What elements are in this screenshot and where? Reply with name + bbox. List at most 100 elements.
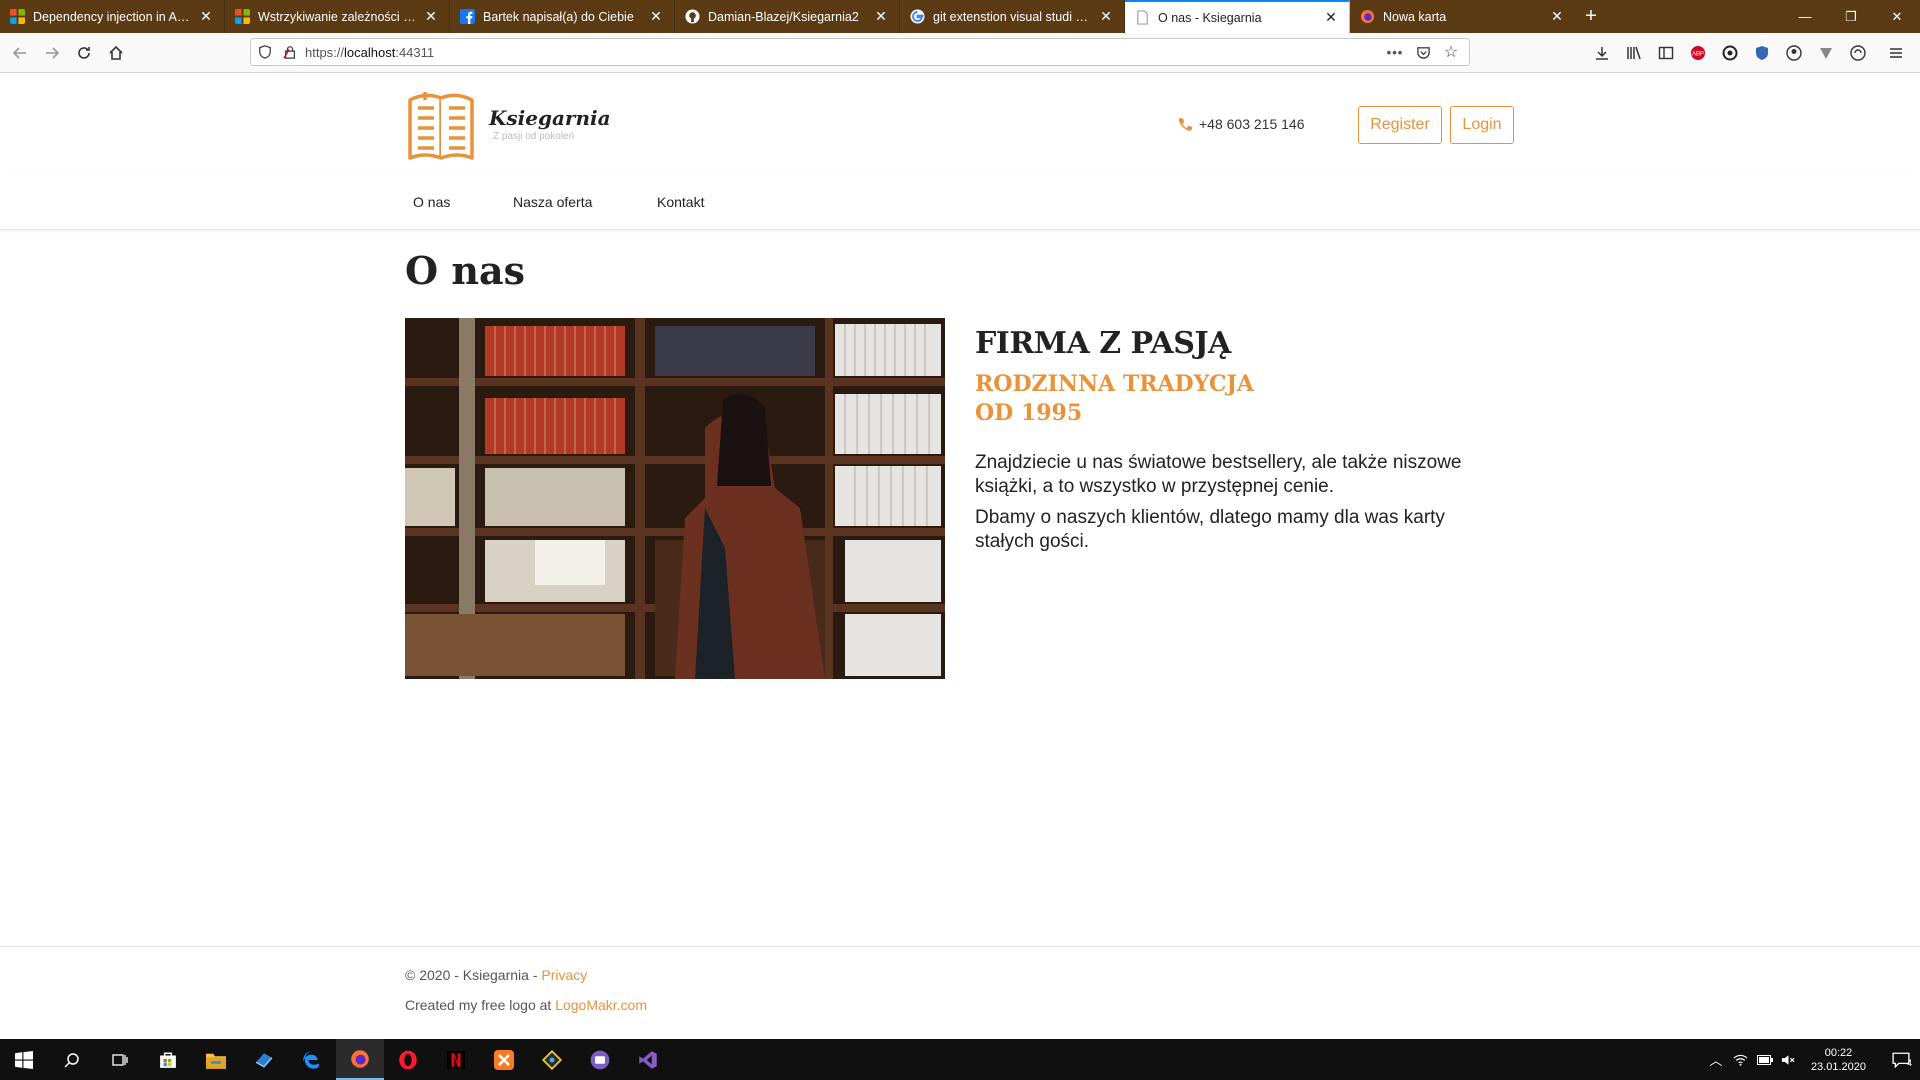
account-icon[interactable] xyxy=(1778,37,1810,69)
firefox-taskbar-icon[interactable] xyxy=(336,1039,384,1080)
browser-tab-title: Bartek napisał(a) do Ciebie xyxy=(483,9,634,24)
xampp-icon[interactable] xyxy=(480,1039,528,1080)
phone-icon xyxy=(1178,117,1192,131)
browser-toolbar-icons: ABP xyxy=(1586,33,1912,73)
terminal-app-icon[interactable] xyxy=(576,1039,624,1080)
pocket-icon[interactable] xyxy=(1409,45,1437,60)
search-icon[interactable] xyxy=(48,1039,96,1080)
sync-icon[interactable] xyxy=(1842,37,1874,69)
shield-icon[interactable] xyxy=(251,45,279,59)
footer-copyright: © 2020 - Ksiegarnia - xyxy=(405,967,542,983)
volume-muted-icon[interactable] xyxy=(1777,1054,1801,1066)
show-hidden-icons-icon[interactable]: ︿ xyxy=(1703,1050,1729,1069)
browser-tab[interactable]: Dependency injection in ASP.N ✕ xyxy=(0,0,225,33)
close-icon[interactable]: ✕ xyxy=(423,8,439,25)
phone-contact: +48 603 215 146 xyxy=(1178,116,1305,132)
google-icon xyxy=(910,9,925,24)
site-brand[interactable]: Ksiegarnia xyxy=(489,106,611,130)
section-subtitle-line-1: RODZINNA TRADYCJA xyxy=(975,371,1254,397)
browser-tab-active[interactable]: O nas - Ksiegarnia ✕ xyxy=(1125,0,1350,33)
new-tab-button[interactable]: + xyxy=(1575,0,1607,33)
nav-item-nasza-oferta[interactable]: Nasza oferta xyxy=(513,194,592,210)
browser-tab[interactable]: Damian-Blazej/Ksiegarnia2 ✕ xyxy=(675,0,900,33)
extension-icon[interactable] xyxy=(1714,37,1746,69)
lock-warning-icon[interactable] xyxy=(279,45,301,59)
logomakr-link[interactable]: LogoMakr.com xyxy=(555,997,647,1013)
browser-tab-title: Damian-Blazej/Ksiegarnia2 xyxy=(708,9,859,24)
library-icon[interactable] xyxy=(1618,37,1650,69)
download-icon[interactable] xyxy=(1586,37,1618,69)
azure-data-studio-icon[interactable] xyxy=(240,1039,288,1080)
site-header: Ksiegarnia Z pasji od pokoleń +48 603 21… xyxy=(0,74,1920,174)
privacy-badger-icon[interactable] xyxy=(1746,37,1778,69)
microsoft-icon xyxy=(10,9,25,24)
file-explorer-icon[interactable] xyxy=(192,1039,240,1080)
edge-icon[interactable] xyxy=(288,1039,336,1080)
clock-date: 23.01.2020 xyxy=(1810,1060,1866,1073)
reload-icon[interactable] xyxy=(68,37,100,69)
url-text: https://localhost:44311 xyxy=(305,45,434,60)
browser-tab-bar: Dependency injection in ASP.N ✕ Wstrzyki… xyxy=(0,0,1920,33)
task-view-icon[interactable] xyxy=(96,1039,144,1080)
minimize-icon[interactable]: — xyxy=(1782,0,1828,33)
nav-item-kontakt[interactable]: Kontakt xyxy=(657,194,704,210)
browser-tab[interactable]: Nowa karta ✕ xyxy=(1350,0,1575,33)
section-subtitle-line-2: OD 1995 xyxy=(975,400,1083,426)
close-window-icon[interactable]: ✕ xyxy=(1874,0,1920,33)
url-port: :44311 xyxy=(395,44,435,60)
menu-icon[interactable] xyxy=(1880,37,1912,69)
browser-tab[interactable]: Wstrzykiwanie zależności do ko ✕ xyxy=(225,0,450,33)
bookmark-star-icon[interactable]: ☆ xyxy=(1437,42,1465,62)
restore-icon[interactable]: ❐ xyxy=(1828,0,1874,33)
footer-credit-line: Created my free logo at LogoMakr.com xyxy=(405,997,647,1013)
system-tray: ︿ 00:22 23.01.2020 4 xyxy=(1703,1039,1920,1080)
notification-center-icon[interactable]: 4 xyxy=(1882,1052,1920,1068)
site-tagline: Z pasji od pokoleń xyxy=(493,131,575,142)
browser-tab-title: Wstrzykiwanie zależności do ko xyxy=(258,9,417,24)
browser-tab[interactable]: Bartek napisał(a) do Ciebie ✕ xyxy=(450,0,675,33)
close-icon[interactable]: ✕ xyxy=(1549,8,1565,25)
login-button[interactable]: Login xyxy=(1450,106,1514,144)
nav-item-o-nas[interactable]: O nas xyxy=(413,194,450,210)
page-icon xyxy=(1137,10,1148,25)
close-icon[interactable]: ✕ xyxy=(198,8,214,25)
section-subtitle: RODZINNA TRADYCJA OD 1995 xyxy=(975,370,1295,428)
back-icon[interactable] xyxy=(4,37,36,69)
about-paragraph-1: Znajdziecie u nas światowe bestsellery, … xyxy=(975,452,1462,497)
footer-copyright-line: © 2020 - Ksiegarnia - Privacy xyxy=(405,967,587,983)
visual-studio-icon[interactable] xyxy=(624,1039,672,1080)
close-icon[interactable]: ✕ xyxy=(1323,9,1339,26)
battery-icon[interactable] xyxy=(1753,1054,1777,1065)
browser-tab[interactable]: git extenstion visual studi - Szu ✕ xyxy=(900,0,1125,33)
footer-credit: Created my free logo at xyxy=(405,997,556,1013)
browser-tab-title: git extenstion visual studi - Szu xyxy=(933,9,1092,24)
netflix-icon[interactable] xyxy=(432,1039,480,1080)
adblock-icon[interactable]: ABP xyxy=(1682,37,1714,69)
clock-time: 00:22 xyxy=(1824,1046,1853,1059)
windows-taskbar: ︿ 00:22 23.01.2020 4 xyxy=(0,1039,1920,1080)
home-icon[interactable] xyxy=(100,37,132,69)
clock[interactable]: 00:22 23.01.2020 xyxy=(1811,1046,1866,1074)
browser-tab-title: Nowa karta xyxy=(1383,9,1447,24)
url-scheme: https:// xyxy=(305,44,345,60)
url-bar[interactable]: https://localhost:44311 ••• ☆ xyxy=(250,38,1470,66)
bookstore-photo xyxy=(405,318,945,679)
close-icon[interactable]: ✕ xyxy=(1098,8,1114,25)
vpn-icon[interactable] xyxy=(1810,37,1842,69)
privacy-link[interactable]: Privacy xyxy=(541,967,587,983)
store-icon[interactable] xyxy=(144,1039,192,1080)
browser-toolbar: https://localhost:44311 ••• ☆ ABP xyxy=(0,33,1920,73)
opera-icon[interactable] xyxy=(384,1039,432,1080)
browser-tab-title: Dependency injection in ASP.N xyxy=(33,9,192,24)
wifi-icon[interactable] xyxy=(1729,1054,1753,1066)
close-icon[interactable]: ✕ xyxy=(648,8,664,25)
main-nav: O nas Nasza oferta Kontakt xyxy=(0,174,1920,230)
page-actions-icon[interactable]: ••• xyxy=(1381,45,1409,60)
sidebar-icon[interactable] xyxy=(1650,37,1682,69)
sourcetree-icon[interactable] xyxy=(528,1039,576,1080)
forward-icon[interactable] xyxy=(36,37,68,69)
notification-count: 4 xyxy=(1906,1057,1912,1068)
close-icon[interactable]: ✕ xyxy=(873,8,889,25)
windows-start-icon[interactable] xyxy=(0,1039,48,1080)
register-button[interactable]: Register xyxy=(1358,106,1442,144)
